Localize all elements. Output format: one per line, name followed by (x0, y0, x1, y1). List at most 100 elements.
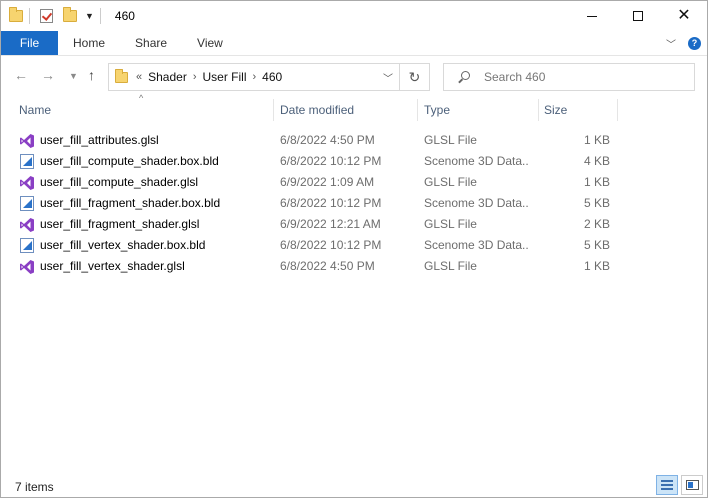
address-dropdown-icon[interactable]: ﹀ (383, 70, 393, 85)
details-view-icon (661, 480, 673, 490)
tab-file[interactable]: File (1, 31, 58, 55)
file-size: 1 KB (583, 259, 610, 273)
up-arrow-icon[interactable]: ↑ (88, 67, 95, 83)
file-date: 6/9/2022 1:09 AM (280, 175, 375, 189)
back-arrow-icon[interactable]: ← (14, 67, 28, 83)
file-size: 5 KB (583, 196, 610, 210)
scenome-file-icon (19, 238, 35, 254)
visual-studio-icon (19, 175, 35, 191)
file-name: user_fill_compute_shader.glsl (40, 175, 199, 189)
column-divider[interactable] (273, 99, 274, 121)
navigation-bar: ← → ▼ ↑ « Shader › User Fill › 460 ﹀ ↻ S… (1, 57, 707, 95)
large-icons-view-button[interactable] (681, 475, 703, 495)
file-row[interactable]: user_fill_fragment_shader.glsl 6/9/2022 … (1, 213, 707, 234)
breadcrumb-chevron-icon[interactable]: › (193, 71, 197, 83)
scenome-file-icon (19, 154, 35, 170)
toolbar-divider (29, 8, 30, 24)
file-name: user_fill_vertex_shader.box.bld (40, 238, 206, 252)
ribbon-tabs: File Home Share View ﹀ ? (1, 31, 707, 56)
maximize-button[interactable] (615, 1, 661, 31)
customize-toolbar-icon[interactable]: ▼ (85, 11, 94, 21)
file-date: 6/8/2022 10:12 PM (280, 154, 382, 168)
column-date-modified[interactable]: Date modified (280, 103, 354, 117)
window-title: 460 (114, 9, 135, 23)
column-type[interactable]: Type (424, 103, 450, 117)
large-icons-view-icon (685, 480, 699, 490)
breadcrumb-shader[interactable]: Shader (148, 70, 187, 84)
file-date: 6/8/2022 4:50 PM (280, 133, 375, 147)
refresh-button[interactable]: ↻ (400, 63, 430, 91)
help-icon[interactable]: ? (688, 36, 701, 50)
file-name: user_fill_fragment_shader.glsl (40, 217, 200, 231)
file-row[interactable]: user_fill_compute_shader.box.bld 6/8/202… (1, 150, 707, 171)
file-size: 1 KB (583, 133, 610, 147)
file-row[interactable]: user_fill_compute_shader.glsl 6/9/2022 1… (1, 171, 707, 192)
breadcrumb-user-fill[interactable]: User Fill (203, 70, 247, 84)
close-icon: ✕ (677, 7, 691, 24)
folder-icon (9, 7, 23, 22)
file-name: user_fill_attributes.glsl (40, 133, 159, 147)
file-date: 6/8/2022 10:12 PM (280, 238, 382, 252)
file-type: GLSL File (424, 259, 477, 273)
file-size: 1 KB (583, 175, 610, 189)
properties-icon[interactable] (40, 9, 53, 23)
address-bar[interactable]: « Shader › User Fill › 460 ﹀ (108, 63, 400, 91)
refresh-icon: ↻ (408, 68, 421, 85)
file-row[interactable]: user_fill_vertex_shader.box.bld 6/8/2022… (1, 234, 707, 255)
window-controls: ✕ (569, 1, 707, 31)
ribbon-right-controls: ﹀ ? (666, 31, 707, 55)
details-view-button[interactable] (656, 475, 678, 495)
file-size: 4 KB (583, 154, 610, 168)
visual-studio-icon (19, 217, 35, 233)
recent-locations-icon[interactable]: ▼ (69, 71, 78, 81)
minimize-icon (587, 15, 597, 17)
column-divider[interactable] (617, 99, 618, 121)
column-name[interactable]: Name (19, 103, 51, 117)
expand-ribbon-icon[interactable]: ﹀ (666, 36, 676, 51)
file-type: Scenome 3D Data... (424, 238, 529, 252)
file-date: 6/8/2022 4:50 PM (280, 259, 375, 273)
item-count: 7 items (15, 480, 54, 494)
new-folder-icon[interactable] (63, 7, 77, 22)
title-bar: ▼ 460 ✕ (1, 1, 707, 31)
breadcrumb-overflow[interactable]: « (136, 71, 142, 83)
search-box[interactable]: Search 460 (443, 63, 695, 91)
sort-ascending-icon: ^ (139, 93, 144, 103)
file-size: 5 KB (583, 238, 610, 252)
file-date: 6/8/2022 10:12 PM (280, 196, 382, 210)
file-name: user_fill_fragment_shader.box.bld (40, 196, 221, 210)
file-type: Scenome 3D Data... (424, 196, 529, 210)
breadcrumb-chevron-icon[interactable]: › (253, 71, 257, 83)
column-divider[interactable] (417, 99, 418, 121)
column-size[interactable]: Size (544, 103, 567, 117)
explorer-window: ▼ 460 ✕ File Home Share View ﹀ ? ← → ▼ ↑… (0, 0, 708, 498)
file-row[interactable]: user_fill_fragment_shader.box.bld 6/8/20… (1, 192, 707, 213)
breadcrumb-460[interactable]: 460 (262, 70, 282, 84)
file-row[interactable]: user_fill_attributes.glsl 6/8/2022 4:50 … (1, 129, 707, 150)
view-switcher (656, 475, 703, 495)
file-row[interactable]: user_fill_vertex_shader.glsl 6/8/2022 4:… (1, 255, 707, 276)
quick-access-toolbar: ▼ (1, 1, 107, 31)
file-name: user_fill_vertex_shader.glsl (40, 259, 185, 273)
close-button[interactable]: ✕ (661, 1, 707, 31)
file-list: user_fill_attributes.glsl 6/8/2022 4:50 … (1, 129, 707, 276)
column-headers: ^ Name Date modified Type Size (1, 93, 707, 123)
column-divider[interactable] (538, 99, 539, 121)
tab-share[interactable]: Share (120, 31, 182, 55)
file-size: 2 KB (583, 217, 610, 231)
tab-view[interactable]: View (182, 31, 238, 55)
search-icon (458, 71, 470, 83)
toolbar-divider (99, 8, 101, 24)
folder-icon (115, 68, 128, 83)
file-type: GLSL File (424, 133, 477, 147)
visual-studio-icon (19, 133, 35, 149)
file-name: user_fill_compute_shader.box.bld (40, 154, 219, 168)
forward-arrow-icon[interactable]: → (41, 67, 55, 83)
tab-home[interactable]: Home (58, 31, 120, 55)
file-date: 6/9/2022 12:21 AM (280, 217, 381, 231)
maximize-icon (633, 11, 643, 21)
file-type: Scenome 3D Data... (424, 154, 529, 168)
visual-studio-icon (19, 259, 35, 275)
search-input[interactable]: Search 460 (484, 70, 545, 84)
minimize-button[interactable] (569, 1, 615, 31)
